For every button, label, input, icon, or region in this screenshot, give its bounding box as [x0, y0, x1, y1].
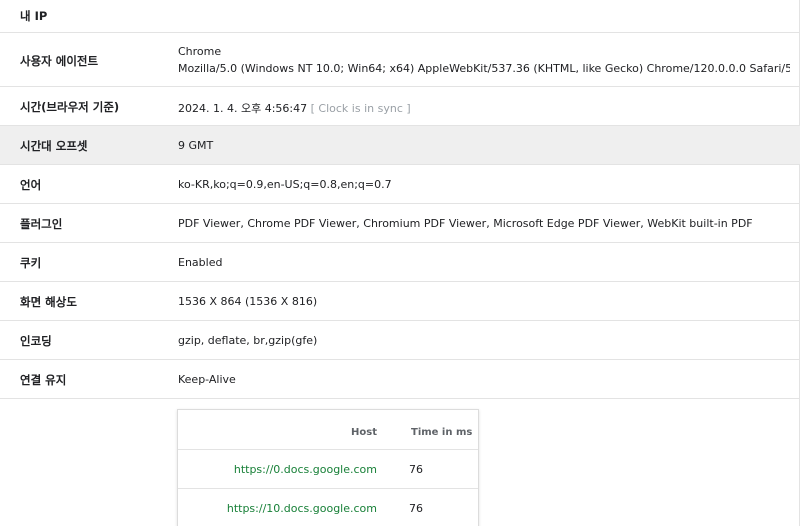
info-row-encoding: 인코딩 gzip, deflate, br,gzip(gfe): [0, 321, 800, 360]
table-row: https://0.docs.google.com 76: [178, 450, 478, 489]
host-latency-header: Host Time in ms: [178, 410, 478, 450]
latency-value: 76: [409, 502, 423, 515]
info-label: 플러그인: [20, 217, 63, 231]
info-value: gzip, deflate, br,gzip(gfe): [178, 334, 318, 347]
info-row-screen-resolution: 화면 해상도 1536 X 864 (1536 X 816): [0, 282, 800, 321]
info-row-language: 언어 ko-KR,ko;q=0.9,en-US;q=0.8,en;q=0.7: [0, 165, 800, 204]
info-row-keep-alive: 연결 유지 Keep-Alive: [0, 360, 800, 399]
info-value: 9 GMT: [178, 139, 214, 152]
info-value: 1536 X 864 (1536 X 816): [178, 295, 318, 308]
info-label: 인코딩: [20, 334, 52, 348]
info-label: 시간대 오프셋: [20, 139, 88, 153]
info-value: PDF Viewer, Chrome PDF Viewer, Chromium …: [178, 217, 753, 230]
user-agent-browser: Chrome: [178, 45, 222, 58]
browser-info-page: 내 IP 사용자 에이전트 Chrome Mozilla/5.0 (Window…: [0, 0, 800, 526]
info-label: 연결 유지: [20, 373, 67, 387]
info-row-user-agent: 사용자 에이전트 Chrome Mozilla/5.0 (Windows NT …: [0, 33, 800, 87]
info-label: 쿠키: [20, 256, 42, 270]
clock-sync-note: [ Clock is in sync ]: [310, 102, 411, 115]
info-value: Keep-Alive: [178, 373, 236, 386]
info-value: Chrome Mozilla/5.0 (Windows NT 10.0; Win…: [178, 43, 790, 77]
info-label: 사용자 에이전트: [20, 54, 99, 68]
local-time: 2024. 1. 4. 오후 4:56:47: [178, 102, 308, 115]
info-row-plugins: 플러그인 PDF Viewer, Chrome PDF Viewer, Chro…: [0, 204, 800, 243]
info-label: 내 IP: [20, 9, 48, 23]
info-value: ko-KR,ko;q=0.9,en-US;q=0.8,en;q=0.7: [178, 178, 392, 191]
info-label: 화면 해상도: [20, 295, 77, 309]
info-row-timezone: 시간대 오프셋 9 GMT: [0, 126, 800, 165]
info-value: Enabled: [178, 256, 223, 269]
column-header-time: Time in ms: [411, 427, 473, 438]
info-label: 언어: [20, 178, 42, 192]
user-agent-string: Mozilla/5.0 (Windows NT 10.0; Win64; x64…: [178, 62, 790, 75]
host-link[interactable]: https://10.docs.google.com: [227, 502, 377, 515]
latency-value: 76: [409, 463, 423, 476]
info-value: 2024. 1. 4. 오후 4:56:47 [ Clock is in syn…: [178, 100, 790, 116]
info-row-cookies: 쿠키 Enabled: [0, 243, 800, 282]
info-label: 시간(브라우저 기준): [20, 100, 120, 114]
host-link[interactable]: https://0.docs.google.com: [234, 463, 377, 476]
host-latency-table: Host Time in ms https://0.docs.google.co…: [177, 409, 479, 526]
info-row-time: 시간(브라우저 기준) 2024. 1. 4. 오후 4:56:47 [ Clo…: [0, 87, 800, 126]
table-row: https://10.docs.google.com 76: [178, 489, 478, 526]
column-header-host: Host: [351, 427, 377, 438]
info-row-my-ip: 내 IP: [0, 0, 800, 33]
